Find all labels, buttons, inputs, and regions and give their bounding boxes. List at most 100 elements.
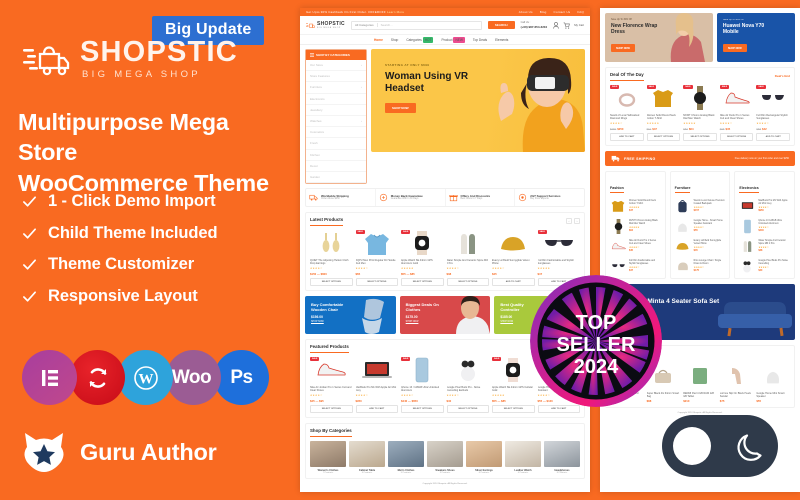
product-action-button[interactable]: SELECT OPTIONS xyxy=(446,405,489,414)
product-card[interactable]: SALE Iphone 13 / 128GB Ultra Unlocked Al… xyxy=(401,356,444,414)
sidebar-item[interactable]: Garden xyxy=(306,172,366,184)
category-tile[interactable]: Leather Watch 4 Products xyxy=(505,440,541,474)
product-action-button[interactable]: ADD TO CART xyxy=(610,133,644,141)
sidebar-item[interactable]: Store Features xyxy=(306,71,366,83)
top-link-contact[interactable]: Contact Us xyxy=(554,10,571,14)
list-item[interactable]: Westin Luxor Deluxe Premium Coated Backp… xyxy=(675,198,726,214)
category-tile[interactable]: Cabinet Table 4 Products xyxy=(349,440,385,474)
sidebar-item[interactable]: Furniture › xyxy=(306,82,366,94)
list-item[interactable]: Water Simple And Ceramic Spice Mill 2 Pc… xyxy=(739,238,790,254)
category-tile[interactable]: Silver Earrings 6 Products xyxy=(466,440,502,474)
product-card[interactable]: SALE Women Solid Round Neck Cotton T-Shi… xyxy=(646,84,681,141)
sidebar-item[interactable]: Watches › xyxy=(306,116,366,128)
category-select[interactable]: All Categories xyxy=(352,23,378,27)
product-card[interactable]: SALE Apple Watch SE 44mm GPS Cellular Go… xyxy=(492,356,535,414)
sidebar-item[interactable]: Electronics xyxy=(306,94,366,105)
nav-item-shop[interactable]: Shop xyxy=(391,38,398,42)
product-action-button[interactable]: ADD TO CART xyxy=(756,133,790,141)
prev-arrow-icon[interactable]: ‹ xyxy=(566,218,572,225)
top-link-blog[interactable]: Blog xyxy=(540,10,547,14)
product-action-button[interactable]: SELECT OPTIONS xyxy=(401,278,444,287)
product-card[interactable]: Google Home Mini Smart Speaker $55 xyxy=(756,363,790,403)
product-card[interactable]: SALE Nike Air Jordan Pro 1 Series Cuit a… xyxy=(310,356,353,414)
product-card[interactable]: Water Simple And Ceramic Spice Mill 2 Pc… xyxy=(446,230,489,287)
light-mode-icon[interactable] xyxy=(673,427,711,465)
banner-huawei-mobile[interactable]: Save Up To 40% Off Huawei Nova Y70 Mobil… xyxy=(716,13,795,62)
product-action-button[interactable]: SELECT OPTIONS xyxy=(646,133,681,141)
category-tile[interactable]: Sneakers Shoes 3 Products xyxy=(427,440,463,474)
product-action-button[interactable]: SELECT OPTIONS xyxy=(492,405,535,414)
hero-shop-now-button[interactable]: SHOP NOW xyxy=(385,103,416,114)
hero-banner[interactable]: STARTING AT ONLY $699 Woman Using VR Hea… xyxy=(371,49,585,152)
banner-shop-now-button[interactable]: SHOP NOW xyxy=(611,44,635,52)
sidebar-item[interactable]: Our Store › xyxy=(306,60,366,72)
product-action-button[interactable]: SELECT OPTIONS xyxy=(683,133,717,141)
product-card[interactable]: SALE MVMT Chrono Analog Black Dial Men W… xyxy=(683,84,717,141)
list-item[interactable]: MVMT Chrono Analog Black Dial Men Watch … xyxy=(610,218,661,234)
list-item[interactable]: Google Home - Smart Home Speaker Assista… xyxy=(675,218,726,234)
product-action-button[interactable]: SELECT OPTIONS xyxy=(719,133,754,141)
product-card[interactable]: SALE Swarit of Luna Hallmarked Diamond R… xyxy=(610,84,644,141)
nav-item-categories[interactable]: Categories HOT xyxy=(406,36,434,43)
list-item[interactable]: Iphone 13 128GB Ultra Unlocked Aluminum … xyxy=(739,218,790,234)
product-card[interactable]: MacBook Pro M1 With Apple Air Mini Grey … xyxy=(355,357,398,414)
product-card[interactable]: SALE Apple Watch SE 44mm GPS Aluminum Go… xyxy=(401,229,444,287)
promo-banner-chair[interactable]: Buy Comfortable Wooden Chair $156.00 SHO… xyxy=(305,296,396,335)
product-action-button[interactable]: ADD TO CART xyxy=(492,278,535,287)
search-button[interactable]: SEARCH xyxy=(487,21,515,29)
top-link-about[interactable]: About Us xyxy=(519,10,533,14)
promo-banner-clothes[interactable]: Biggest Deals On Clothes $175.00 SHOP NO… xyxy=(399,296,491,335)
nav-item-product[interactable]: Product NEW xyxy=(441,36,465,43)
product-action-button[interactable]: ADD TO CART xyxy=(355,405,398,414)
product-action-button[interactable]: SELECT OPTIONS xyxy=(310,278,353,287)
product-action-button[interactable]: SELECT OPTIONS xyxy=(310,405,353,414)
product-action-button[interactable]: ADD TO CART xyxy=(537,405,580,414)
nav-item-elements[interactable]: Elements xyxy=(495,38,508,42)
list-item[interactable]: Google Pixel Buds Pro Noise Cancelling ★… xyxy=(739,258,790,274)
next-arrow-icon[interactable]: › xyxy=(574,218,580,225)
promo-link[interactable]: SHOP NOW xyxy=(311,321,390,323)
top-link-faq[interactable]: FAQ xyxy=(577,10,584,14)
site-logo[interactable]: SHOPSTIC BIG MEGA SHOP xyxy=(306,21,345,29)
product-action-button[interactable]: SELECT OPTIONS xyxy=(401,405,444,414)
product-action-button[interactable]: SELECT OPTIONS xyxy=(355,278,398,287)
list-item[interactable]: Evany Lichfield Sunnyglide Velvet Pillow… xyxy=(675,238,726,254)
sidebar-item[interactable]: Kitchen xyxy=(306,150,366,161)
search-input[interactable]: Search... xyxy=(378,23,481,27)
sidebar-item[interactable]: Jewellery xyxy=(306,105,366,116)
shop-by-categories-button[interactable]: SHOP BY CATEGORIES xyxy=(306,50,366,60)
user-account-icon[interactable] xyxy=(553,21,559,29)
sidebar-item[interactable]: Decor xyxy=(306,161,366,172)
product-action-button[interactable]: SELECT OPTIONS xyxy=(446,278,489,287)
nav-item-home[interactable]: Home xyxy=(374,38,383,42)
nav-item-top-deals[interactable]: Top Deals xyxy=(473,38,487,42)
banner-florence-dress[interactable]: Save Up To 30% Off New Florence Wrap Dre… xyxy=(605,13,713,62)
sidebar-item[interactable]: Fresh xyxy=(306,138,366,150)
list-item[interactable]: Women Solid Round Neck Cotton T-Shirt ★★… xyxy=(610,198,661,214)
sidebar-item[interactable]: Cosmetics xyxy=(306,127,366,139)
promo-link[interactable]: SHOP NOW xyxy=(406,321,485,323)
product-card[interactable]: REDMI Pad 4 GB RAM 128 GB Tablet $210 xyxy=(683,363,717,403)
product-card[interactable]: Evany Lichfield Sunnyglide Velvet Pillow… xyxy=(492,230,535,287)
product-card[interactable]: QUIET The Adjusting Helium Cloth Drop Ea… xyxy=(310,230,353,287)
cart-label[interactable]: My Cart xyxy=(574,23,584,27)
deals-end-link[interactable]: Deal's End xyxy=(775,74,790,78)
list-item[interactable]: Full Rim Fashionable and Stylish Sunglas… xyxy=(610,258,661,274)
search-bar[interactable]: All Categories Search... xyxy=(350,20,482,30)
list-item[interactable]: MacBook Pro M1 With Apple Air Mini Grey … xyxy=(739,198,790,214)
list-item[interactable]: Nike Air Dunk Pro 1 Series Cuit and Clea… xyxy=(610,238,661,254)
banner-shop-now-button[interactable]: SHOP NOW xyxy=(722,44,747,52)
cart-icon[interactable] xyxy=(563,22,570,29)
category-tile[interactable]: Men's Clothes 5 Products xyxy=(388,440,424,474)
product-card[interactable]: SALE AQPU Men Print Regular Fit Hoodie R… xyxy=(355,229,398,287)
dark-mode-toggle[interactable] xyxy=(662,415,778,477)
list-item[interactable]: Rino Lounge Chair / Single Divan & Room … xyxy=(675,258,726,274)
category-tile[interactable]: Women's Clothes 7 Products xyxy=(310,440,346,474)
category-tile[interactable]: Headphones 8 Products xyxy=(544,440,580,474)
learn-more-link[interactable]: Learn More xyxy=(387,10,404,14)
product-card[interactable]: SALE Full Rim Rectangular Stylish Sungla… xyxy=(756,84,790,141)
moon-icon[interactable] xyxy=(733,429,767,463)
product-card[interactable]: Google Pixel Buds Pro - Noise Cancelling… xyxy=(446,357,489,414)
product-card[interactable]: SALE Nike Air Dunk Pro 1 Series Cuit and… xyxy=(719,84,754,141)
product-card[interactable]: Lorinne Slip On Block Heels Sandal $75 xyxy=(720,363,754,403)
